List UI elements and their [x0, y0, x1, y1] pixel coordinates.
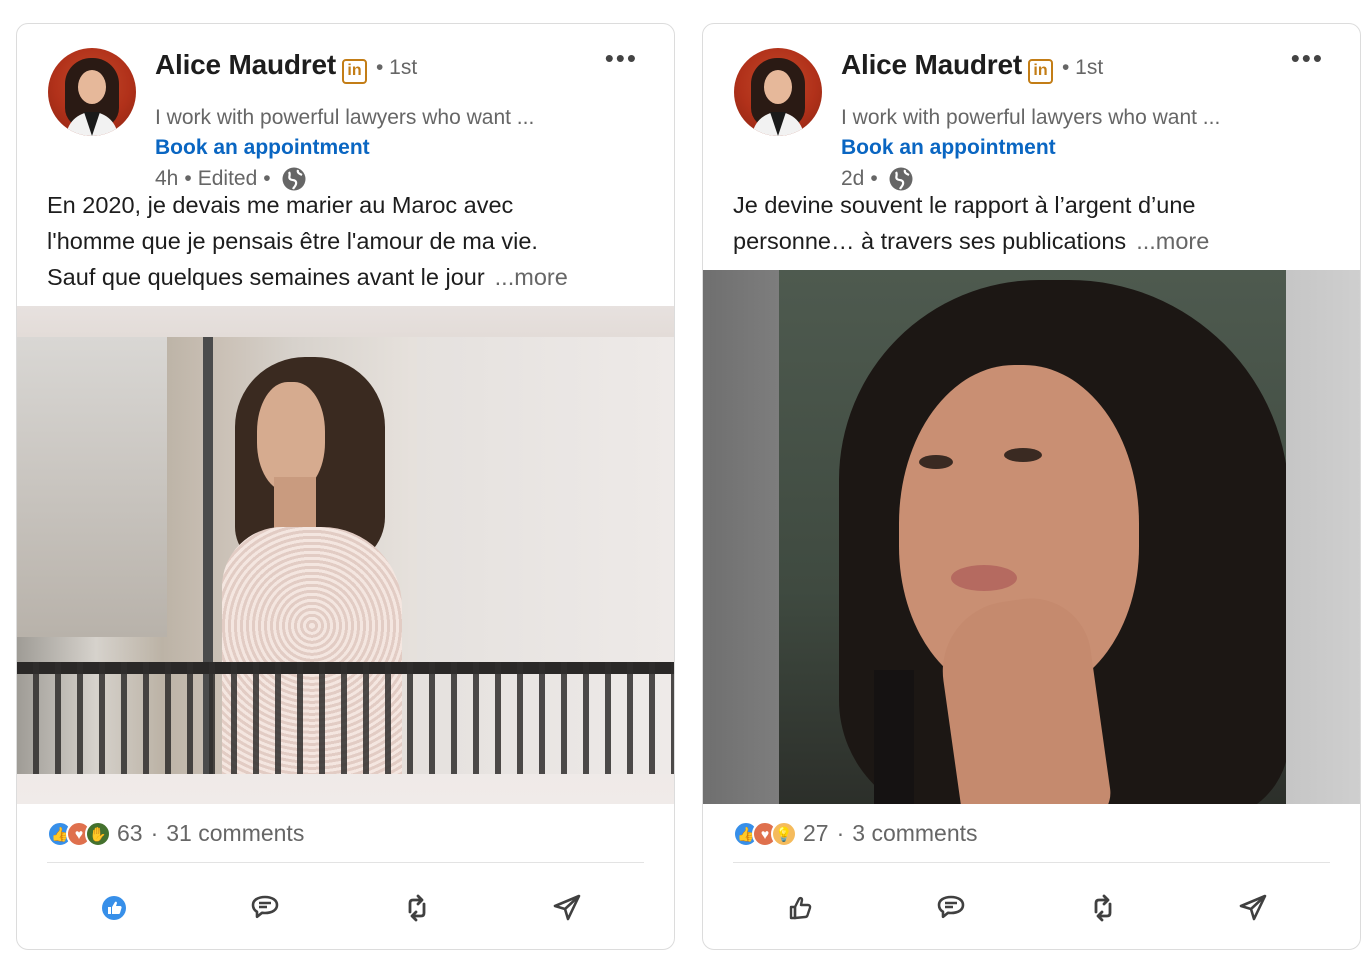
post-media[interactable] [703, 270, 1360, 804]
like-button[interactable] [96, 890, 132, 926]
photo-lips [951, 565, 1017, 591]
social-counts[interactable]: 👍 ♥ ✋ 63 · 31 comments [47, 820, 304, 847]
post-text-line: personne… à travers ses publications ...m… [733, 223, 1333, 259]
repost-icon [408, 894, 426, 922]
send-button[interactable] [549, 890, 585, 926]
author-name[interactable]: Alice Maudret [841, 49, 1022, 81]
reaction-icons: 👍 ♥ ✋ [47, 820, 111, 847]
photo-face [257, 382, 325, 492]
linkedin-premium-icon: in [1028, 59, 1053, 84]
more-options-icon[interactable]: ••• [1291, 45, 1324, 71]
book-appointment-link[interactable]: Book an appointment [155, 136, 370, 160]
book-appointment-link[interactable]: Book an appointment [841, 136, 1056, 160]
author-name[interactable]: Alice Maudret [155, 49, 336, 81]
like-button[interactable] [782, 890, 818, 926]
like-icon [789, 896, 812, 920]
post-text-line: Sauf que quelques semaines avant le jour… [47, 259, 647, 295]
action-bar [17, 882, 674, 932]
post-text-line-content: personne… à travers ses publications [733, 228, 1127, 254]
comment-icon [937, 895, 965, 919]
post-text: En 2020, je devais me marier au Maroc av… [47, 187, 647, 295]
connection-degree: • 1st [376, 56, 418, 79]
like-filled-icon [102, 896, 126, 920]
author-avatar[interactable] [48, 48, 136, 136]
photo-eye [919, 455, 953, 469]
send-icon [1239, 894, 1267, 921]
photo-railing [17, 662, 674, 774]
reaction-count[interactable]: 27 [803, 820, 829, 847]
post-photo [779, 270, 1286, 804]
post-media[interactable] [17, 306, 674, 804]
post-text-line: Je devine souvent le rapport à l’argent … [733, 192, 1196, 218]
see-more-link[interactable]: ...more [1136, 228, 1209, 254]
more-options-icon[interactable]: ••• [605, 45, 638, 71]
send-button[interactable] [1235, 890, 1271, 926]
count-separator: · [836, 820, 845, 846]
author-name-row: Alice Maudret in • 1st [155, 49, 418, 84]
linkedin-premium-icon: in [342, 59, 367, 84]
avatar-face [764, 70, 792, 104]
repost-icon [1094, 894, 1112, 922]
connection-degree: • 1st [1062, 56, 1104, 79]
post-text-line: En 2020, je devais me marier au Maroc av… [47, 192, 514, 218]
repost-button[interactable] [399, 890, 435, 926]
comment-icon [251, 895, 279, 919]
repost-button[interactable] [1085, 890, 1121, 926]
photo-building [17, 337, 167, 637]
author-headline: I work with powerful lawyers who want ..… [155, 106, 535, 129]
comment-count[interactable]: 31 comments [166, 820, 304, 847]
reaction-count[interactable]: 63 [117, 820, 143, 847]
send-icon [553, 894, 581, 921]
comment-button[interactable] [247, 890, 283, 926]
post-text-line: l'homme que je pensais être l'amour de m… [47, 228, 538, 254]
author-headline: I work with powerful lawyers who want ..… [841, 106, 1221, 129]
post-card: Alice Maudret in • 1st I work with power… [702, 23, 1361, 950]
divider [47, 862, 644, 863]
author-avatar[interactable] [734, 48, 822, 136]
author-name-row: Alice Maudret in • 1st [841, 49, 1104, 84]
social-counts[interactable]: 👍 ♥ 💡 27 · 3 comments [733, 820, 978, 847]
post-photo [17, 337, 674, 774]
see-more-link[interactable]: ...more [495, 264, 568, 290]
photo-strap [874, 670, 914, 804]
photo-eye [1004, 448, 1042, 462]
divider [733, 862, 1330, 863]
post-card: Alice Maudret in • 1st I work with power… [16, 23, 675, 950]
post-text: Je devine souvent le rapport à l’argent … [733, 187, 1333, 259]
avatar-face [78, 70, 106, 104]
comment-count[interactable]: 3 comments [852, 820, 977, 847]
post-text-line-content: Sauf que quelques semaines avant le jour [47, 264, 485, 290]
reaction-icons: 👍 ♥ 💡 [733, 820, 797, 847]
comment-button[interactable] [933, 890, 969, 926]
count-separator: · [150, 820, 159, 846]
support-icon: ✋ [85, 820, 111, 847]
insightful-icon: 💡 [771, 820, 797, 847]
action-bar [703, 882, 1360, 932]
